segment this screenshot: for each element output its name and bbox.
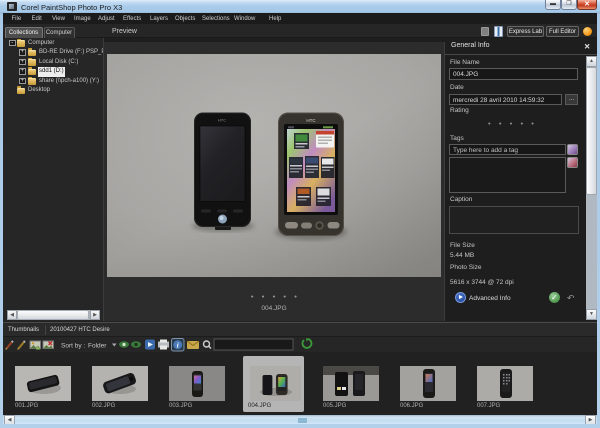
svg-text:Folder: Folder [88,343,107,350]
svg-text:i: i [177,342,179,350]
svg-text:HTC: HTC [306,118,316,123]
svg-text:HTC: HTC [218,118,226,123]
svg-text:Sort by :: Sort by : [61,343,85,350]
